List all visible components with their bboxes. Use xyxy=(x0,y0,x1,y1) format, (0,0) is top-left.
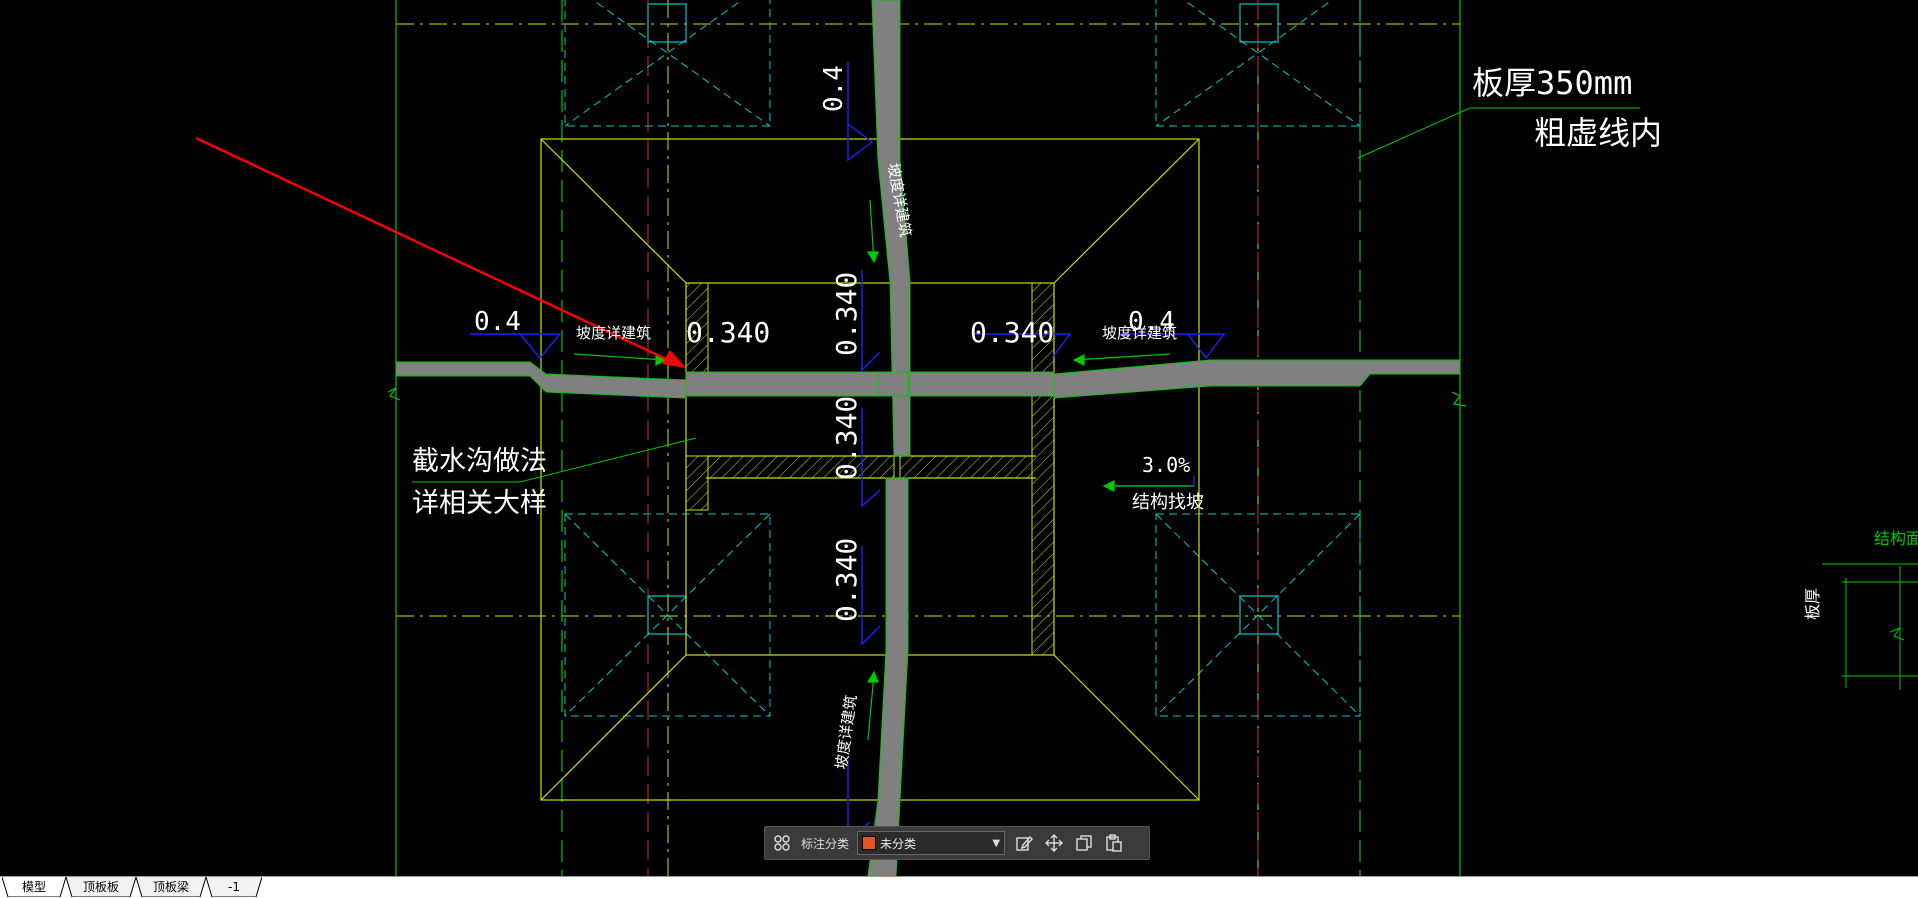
category-value: 未分类 xyxy=(880,836,917,851)
chevron-down-icon: ▼ xyxy=(992,837,1001,849)
column-caps xyxy=(564,0,1361,717)
tab-roof-beam-label: 顶板梁 xyxy=(152,880,189,894)
slope-text-left: 坡度详建筑 xyxy=(576,324,651,342)
cad-model-canvas[interactable]: 板厚350mm 粗虚线内 截水沟做法 详相关大样 0.4 0.340 0.340… xyxy=(0,0,1918,876)
gutter-detail-text: 详相关大样 xyxy=(412,488,547,519)
grid-icon[interactable] xyxy=(771,832,793,854)
elevation-0-4-top: 0.4 xyxy=(819,65,849,112)
inside-dashed-text: 粗虚线内 xyxy=(1534,114,1662,152)
structural-slope-text: 结构找坡 xyxy=(1132,492,1204,513)
category-color-swatch xyxy=(862,836,877,850)
slope-percent-text: 3.0% xyxy=(1142,453,1190,477)
paste-icon[interactable] xyxy=(1103,832,1125,854)
red-axis-lines xyxy=(647,0,1259,876)
layout-tabbar: 模型 顶板板 顶板梁 -1 xyxy=(0,876,1918,898)
elevation-0-4-left: 0.4 xyxy=(474,307,521,337)
elevation-0-340-middle: 0.340 xyxy=(830,396,863,480)
move-icon[interactable] xyxy=(1043,832,1065,854)
boundary-lines xyxy=(387,0,1467,876)
elevation-0-340-right: 0.340 xyxy=(970,316,1054,349)
right-edge-title: 结构面标 xyxy=(1874,529,1918,548)
slope-text-right: 坡度详建筑 xyxy=(1102,324,1177,342)
tab-minus-1-label: -1 xyxy=(228,880,240,894)
tab-minus-1[interactable]: -1 xyxy=(206,877,262,897)
elevation-0-340-left: 0.340 xyxy=(686,316,770,349)
leader-lines xyxy=(412,107,1640,487)
annotation-toolbar: 标注分类 未分类 ▼ xyxy=(764,826,1150,860)
category-dropdown[interactable]: 未分类 ▼ xyxy=(857,831,1006,855)
edit-icon[interactable] xyxy=(1013,832,1035,854)
tab-roof-slab-label: 顶板板 xyxy=(82,880,119,894)
elevation-0-340-lower: 0.340 xyxy=(830,538,863,622)
grid-lines xyxy=(396,0,1460,876)
slab-horizontal-center xyxy=(685,371,1055,397)
tab-roof-slab[interactable]: 顶板板 xyxy=(66,877,136,897)
vertical-thickness-label: 板厚 xyxy=(1803,588,1822,620)
slab-thickness-text: 板厚350mm xyxy=(1472,64,1632,102)
tab-model-label: 模型 xyxy=(21,880,46,894)
category-label: 标注分类 xyxy=(801,836,850,851)
elevation-0-340-upper: 0.340 xyxy=(830,272,863,356)
slab-intersection xyxy=(877,371,909,397)
tab-model[interactable]: 模型 xyxy=(2,877,66,897)
cad-texts: 板厚350mm 粗虚线内 截水沟做法 详相关大样 0.4 0.340 0.340… xyxy=(412,64,1918,771)
slope-text-bottom: 坡度详建筑 xyxy=(832,694,860,771)
copy-icon[interactable] xyxy=(1073,832,1095,854)
gutter-method-text: 截水沟做法 xyxy=(412,446,547,477)
right-detail xyxy=(1822,563,1918,690)
tab-roof-beam[interactable]: 顶板梁 xyxy=(136,877,206,897)
cad-drawing[interactable]: 板厚350mm 粗虚线内 截水沟做法 详相关大样 0.4 0.340 0.340… xyxy=(0,0,1918,876)
slab-horizontal-right xyxy=(1053,359,1461,399)
